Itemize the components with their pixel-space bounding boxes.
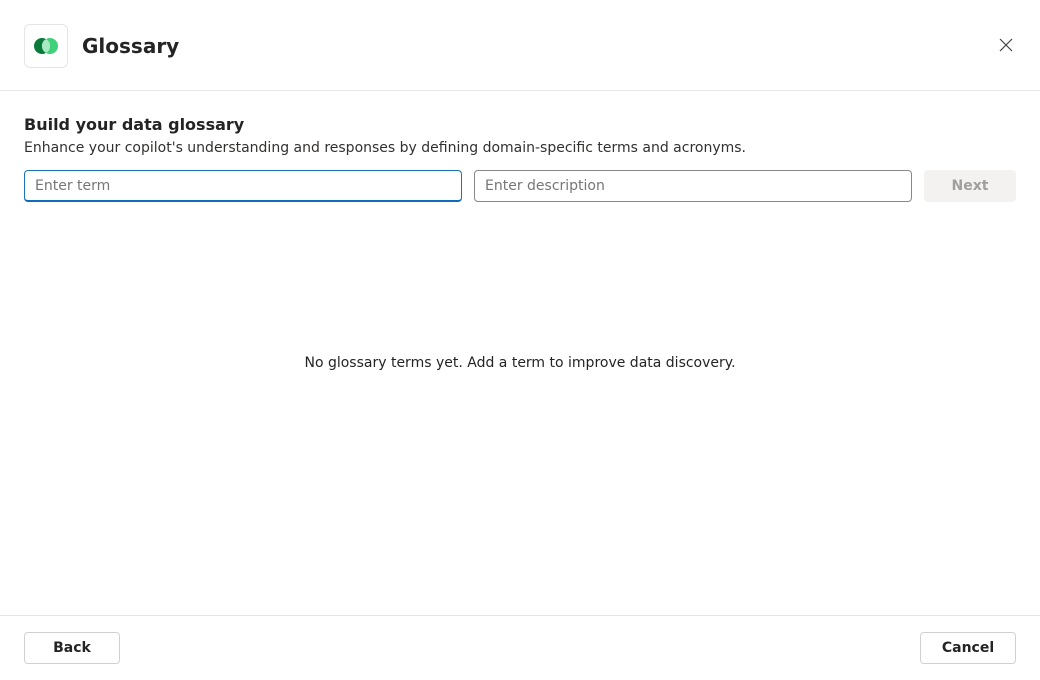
section-title: Build your data glossary	[24, 115, 1016, 134]
dialog-header: Glossary	[0, 0, 1040, 91]
dataverse-icon	[33, 36, 59, 56]
term-input[interactable]	[24, 170, 462, 202]
app-logo	[24, 24, 68, 68]
cancel-button[interactable]: Cancel	[920, 632, 1016, 664]
dialog-title: Glossary	[82, 34, 179, 58]
glossary-dialog: Glossary Build your data glossary Enhanc…	[0, 0, 1040, 680]
close-icon	[999, 38, 1013, 52]
description-input[interactable]	[474, 170, 912, 202]
empty-state-message: No glossary terms yet. Add a term to imp…	[0, 355, 1040, 371]
dialog-body: Build your data glossary Enhance your co…	[0, 91, 1040, 615]
back-button[interactable]: Back	[24, 632, 120, 664]
close-button[interactable]	[990, 29, 1022, 61]
next-button[interactable]: Next	[924, 170, 1016, 202]
dialog-footer: Back Cancel	[0, 615, 1040, 680]
glossary-input-row: Next	[24, 170, 1016, 202]
section-description: Enhance your copilot's understanding and…	[24, 140, 1016, 156]
